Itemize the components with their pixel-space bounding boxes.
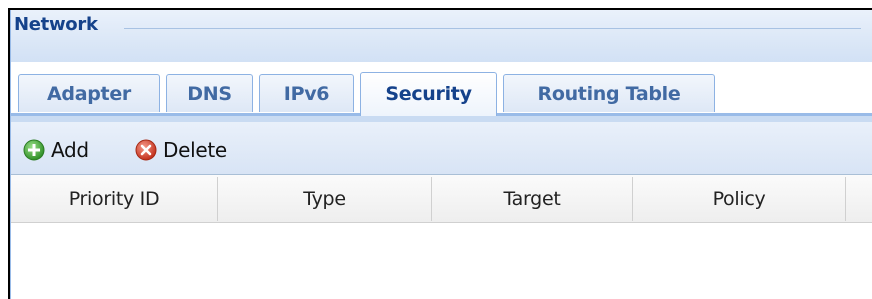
column-header-type[interactable]: Type [218, 175, 431, 223]
grid-body [11, 223, 872, 299]
delete-icon [135, 139, 157, 161]
column-header-policy[interactable]: Policy [633, 175, 845, 223]
tab-ipv6[interactable]: IPv6 [259, 74, 354, 112]
tab-security[interactable]: Security [360, 72, 497, 116]
add-icon [23, 139, 45, 161]
title-divider [124, 28, 861, 29]
add-label: Add [51, 138, 89, 162]
column-header-priority-id[interactable]: Priority ID [11, 175, 217, 223]
delete-button[interactable]: Delete [135, 137, 227, 163]
tab-routing-table[interactable]: Routing Table [503, 74, 715, 112]
add-button[interactable]: Add [23, 137, 89, 163]
tab-adapter[interactable]: Adapter [18, 74, 160, 112]
column-header-target[interactable]: Target [432, 175, 632, 223]
delete-label: Delete [163, 138, 227, 162]
panel-header [11, 10, 872, 62]
tab-dns[interactable]: DNS [166, 74, 253, 112]
panel-title: Network [14, 14, 98, 35]
column-divider [845, 177, 846, 221]
